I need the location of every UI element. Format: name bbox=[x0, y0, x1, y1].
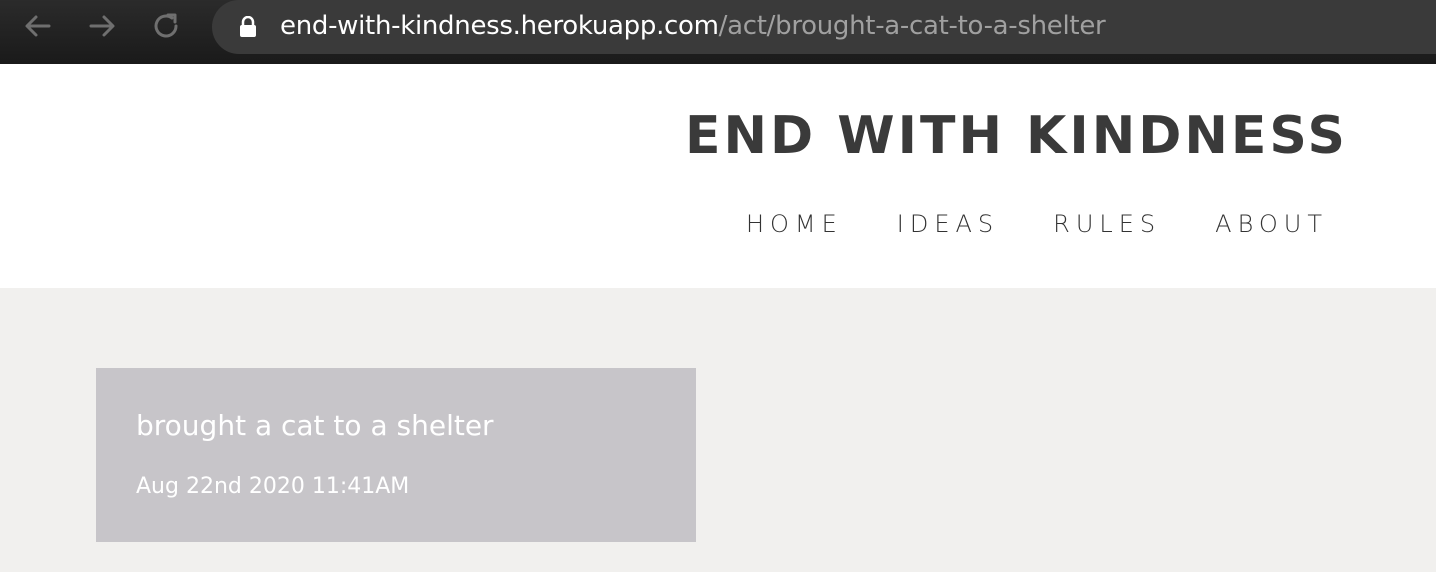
reload-button[interactable] bbox=[150, 10, 182, 42]
act-title: brought a cat to a shelter bbox=[136, 409, 494, 442]
nav-rules-link[interactable]: RULES bbox=[1053, 208, 1161, 240]
lock-icon bbox=[240, 16, 256, 37]
back-button[interactable] bbox=[22, 10, 54, 42]
back-arrow-icon bbox=[25, 15, 51, 37]
url-host: end-with-kindness.herokuapp.com bbox=[280, 11, 719, 41]
nav-ideas-link[interactable]: IDEAS bbox=[897, 208, 999, 240]
forward-button[interactable] bbox=[86, 10, 118, 42]
main-nav: HOME IDEAS RULES ABOUT bbox=[746, 208, 1328, 240]
url-path: /act/brought-a-cat-to-a-shelter bbox=[718, 11, 1106, 41]
act-card: brought a cat to a shelter Aug 22nd 2020… bbox=[96, 368, 696, 542]
url-text: end-with-kindness.herokuapp.com/act/brou… bbox=[280, 10, 1106, 42]
nav-home-link[interactable]: HOME bbox=[746, 208, 843, 240]
nav-about-link[interactable]: ABOUT bbox=[1215, 208, 1328, 240]
act-date: Aug 22nd 2020 11:41AM bbox=[136, 474, 410, 499]
reload-icon bbox=[154, 13, 178, 38]
address-bar[interactable]: end-with-kindness.herokuapp.com/act/brou… bbox=[212, 0, 1436, 54]
site-header: END WITH KINDNESS HOME IDEAS RULES ABOUT bbox=[0, 64, 1436, 288]
site-title[interactable]: END WITH KINDNESS bbox=[685, 104, 1348, 168]
forward-arrow-icon bbox=[89, 15, 115, 37]
browser-toolbar: end-with-kindness.herokuapp.com/act/brou… bbox=[0, 0, 1436, 64]
